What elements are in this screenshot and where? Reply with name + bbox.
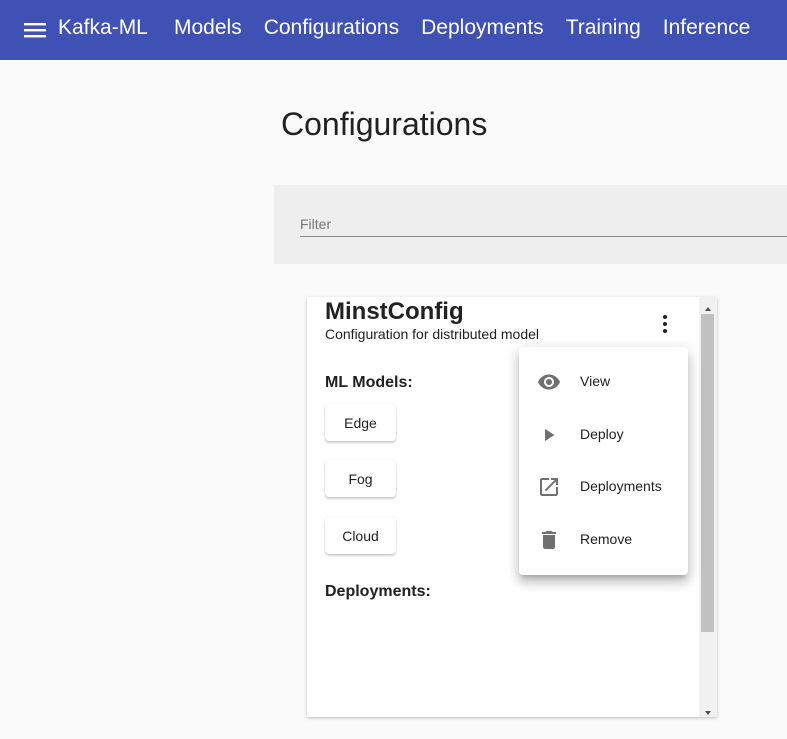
nav-training[interactable]: Training	[566, 16, 641, 40]
brand-link[interactable]: Kafka-ML	[58, 16, 148, 40]
model-button-edge[interactable]: Edge	[325, 404, 396, 441]
menu-item-label: Deployments	[580, 478, 662, 494]
card-subtitle: Configuration for distributed model	[325, 326, 540, 342]
deployments-label: Deployments:	[325, 583, 431, 600]
nav-models[interactable]: Models	[174, 16, 242, 40]
play-icon	[537, 423, 561, 447]
trash-icon	[537, 528, 561, 552]
menu-item-label: Deploy	[580, 426, 624, 442]
card-scrollbar[interactable]	[699, 297, 717, 717]
nav-inference[interactable]: Inference	[663, 16, 751, 40]
filter-panel	[274, 185, 787, 264]
open-in-new-icon	[537, 475, 561, 499]
top-toolbar: Kafka-ML Models Configurations Deploymen…	[0, 0, 787, 60]
menu-item-deployments[interactable]: Deployments	[519, 463, 688, 511]
main-nav: Models Configurations Deployments Traini…	[174, 16, 772, 40]
menu-item-label: Remove	[580, 531, 633, 547]
ml-models-label: ML Models:	[325, 374, 413, 391]
scroll-thumb[interactable]	[701, 314, 714, 632]
nav-configurations[interactable]: Configurations	[264, 16, 399, 40]
more-vert-icon[interactable]	[657, 313, 673, 335]
menu-item-label: View	[580, 373, 611, 389]
model-button-cloud[interactable]: Cloud	[325, 517, 396, 554]
model-button-fog[interactable]: Fog	[325, 460, 396, 497]
card-actions-menu: View Deploy Deployments Remove	[519, 347, 688, 575]
nav-deployments[interactable]: Deployments	[421, 16, 544, 40]
menu-item-remove[interactable]: Remove	[519, 516, 688, 564]
card-title: MinstConfig	[325, 298, 464, 325]
page-title: Configurations	[281, 106, 488, 142]
menu-item-deploy[interactable]: Deploy	[519, 411, 688, 459]
filter-input[interactable]	[300, 212, 787, 237]
eye-icon	[537, 370, 561, 394]
scroll-down-icon[interactable]	[703, 705, 713, 715]
menu-item-view[interactable]: View	[519, 358, 688, 406]
menu-icon[interactable]	[24, 19, 46, 41]
scroll-up-icon[interactable]	[703, 301, 713, 311]
